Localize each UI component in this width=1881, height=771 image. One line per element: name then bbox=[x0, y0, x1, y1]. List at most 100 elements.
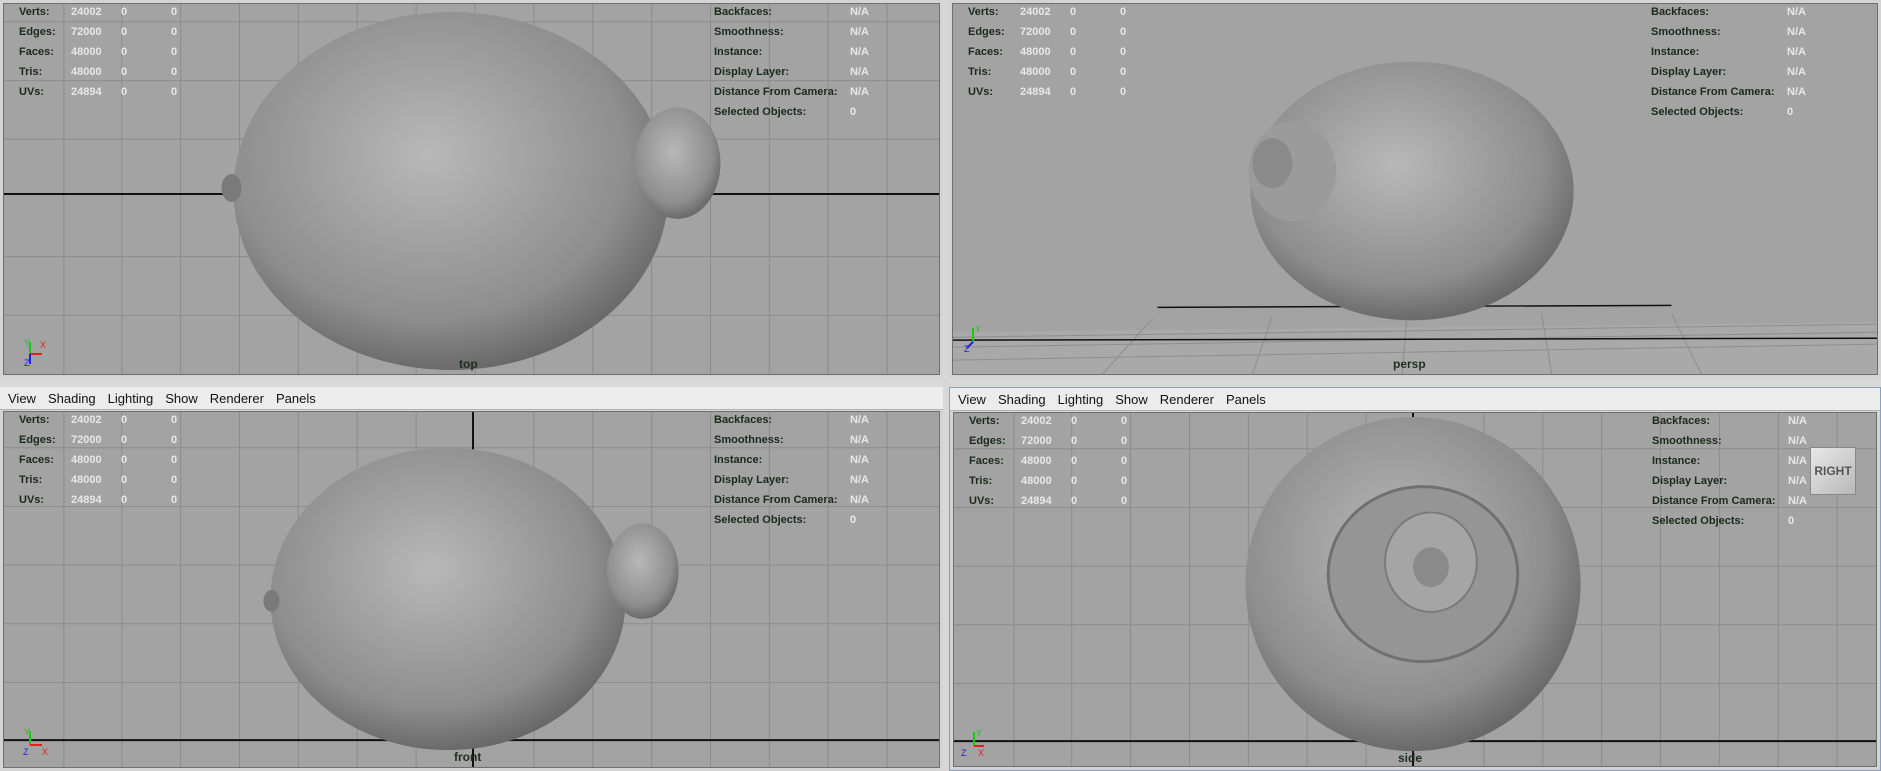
viewport-side-pane[interactable]: View Shading Lighting Show Renderer Pane… bbox=[949, 387, 1881, 771]
info-value: N/A bbox=[1788, 415, 1807, 427]
stat-value: 72000 bbox=[1021, 435, 1052, 447]
viewport-persp[interactable]: Verts: 24002 0 0 Edges: 72000 0 0 Faces: 48000 0… bbox=[952, 3, 1878, 375]
stat-value: 48000 bbox=[71, 454, 102, 466]
stat-value: 24002 bbox=[1020, 6, 1051, 18]
object-info-hud: Backfaces: N/A Smoothness: N/A Instance: N/… bbox=[714, 4, 869, 122]
info-value: N/A bbox=[1787, 46, 1806, 58]
menu-renderer[interactable]: Renderer bbox=[1160, 392, 1214, 407]
info-row: Backfaces: N/A bbox=[714, 4, 869, 22]
stat-value: 0 bbox=[171, 66, 178, 78]
menu-view[interactable]: View bbox=[8, 391, 36, 406]
viewport-front-pane[interactable]: View Shading Lighting Show Renderer Pane… bbox=[0, 387, 943, 771]
stat-value: 48000 bbox=[1020, 46, 1051, 58]
info-row: Smoothness: N/A bbox=[1652, 431, 1807, 451]
info-value: N/A bbox=[850, 46, 869, 58]
info-row: Backfaces: N/A bbox=[714, 412, 869, 430]
camera-label: side bbox=[1398, 751, 1423, 765]
camera-label: persp bbox=[1393, 357, 1426, 371]
stat-label: Tris: bbox=[19, 474, 43, 486]
axis-gizmo-icon: Y X Z bbox=[24, 338, 46, 368]
stat-row: Edges: 72000 0 0 bbox=[19, 22, 201, 42]
stat-value: 24894 bbox=[71, 86, 102, 98]
menu-view[interactable]: View bbox=[958, 392, 986, 407]
info-value: N/A bbox=[850, 6, 869, 18]
info-value: N/A bbox=[850, 86, 869, 98]
info-value: N/A bbox=[850, 494, 869, 506]
stat-value: 0 bbox=[1121, 435, 1128, 447]
stat-row: UVs: 24894 0 0 bbox=[969, 491, 1151, 511]
viewport-top[interactable]: Verts: 24002 0 0 Edges: 72000 0 0 Faces: 48000 0… bbox=[3, 3, 940, 375]
stat-row: UVs: 24894 0 0 bbox=[19, 490, 201, 510]
info-row: Selected Objects: 0 bbox=[1651, 102, 1806, 122]
info-value: 0 bbox=[1788, 515, 1795, 527]
info-row: Distance From Camera: N/A bbox=[714, 490, 869, 510]
menu-renderer[interactable]: Renderer bbox=[210, 391, 264, 406]
stat-value: 24002 bbox=[71, 414, 102, 426]
stat-value: 48000 bbox=[1021, 455, 1052, 467]
stat-row: Verts: 24002 0 0 bbox=[969, 413, 1151, 431]
poly-count-hud: Verts: 24002 0 0 Edges: 72000 0 0 Faces: 48000 0… bbox=[968, 4, 1150, 102]
stat-value: 0 bbox=[171, 414, 178, 426]
stat-label: UVs: bbox=[968, 86, 994, 98]
stat-value: 0 bbox=[1120, 46, 1127, 58]
stat-value: 0 bbox=[171, 6, 178, 18]
viewport-side[interactable]: Verts: 24002 0 0 Edges: 72000 0 0 Faces: 48000 0… bbox=[953, 412, 1877, 767]
stat-label: UVs: bbox=[19, 494, 45, 506]
axis-label: Y bbox=[24, 727, 30, 737]
info-row: Smoothness: N/A bbox=[714, 22, 869, 42]
camera-label: front bbox=[454, 750, 482, 764]
info-label: Selected Objects: bbox=[714, 514, 807, 526]
stat-value: 24002 bbox=[1021, 415, 1052, 427]
info-row: Display Layer: N/A bbox=[714, 62, 869, 82]
info-value: N/A bbox=[1787, 86, 1806, 98]
info-label: Smoothness: bbox=[714, 434, 784, 446]
stat-row: Faces: 48000 0 0 bbox=[19, 42, 201, 62]
stat-value: 24894 bbox=[71, 494, 102, 506]
info-row: Display Layer: N/A bbox=[1652, 471, 1807, 491]
stat-label: Edges: bbox=[19, 434, 56, 446]
info-row: Backfaces: N/A bbox=[1652, 413, 1807, 431]
axis-label: X bbox=[40, 340, 46, 350]
axis-label: Y bbox=[975, 324, 981, 334]
stat-value: 24894 bbox=[1020, 86, 1051, 98]
stat-value: 0 bbox=[1071, 455, 1078, 467]
menu-panels[interactable]: Panels bbox=[1226, 392, 1266, 407]
axis-label: Z bbox=[964, 344, 970, 354]
stat-row: Tris: 48000 0 0 bbox=[968, 62, 1150, 82]
info-label: Instance: bbox=[714, 46, 763, 58]
stat-value: 24894 bbox=[1021, 495, 1052, 507]
stat-value: 0 bbox=[121, 86, 128, 98]
viewport-persp-pane[interactable]: Verts: 24002 0 0 Edges: 72000 0 0 Faces: 48000 0… bbox=[949, 0, 1881, 378]
stat-label: Tris: bbox=[969, 475, 993, 487]
menu-shading[interactable]: Shading bbox=[998, 392, 1046, 407]
stat-value: 48000 bbox=[1020, 66, 1051, 78]
stat-row: Tris: 48000 0 0 bbox=[19, 62, 201, 82]
info-label: Instance: bbox=[1652, 455, 1701, 467]
menu-show[interactable]: Show bbox=[1115, 392, 1148, 407]
info-row: Smoothness: N/A bbox=[714, 430, 869, 450]
stat-value: 0 bbox=[121, 66, 128, 78]
stat-value: 0 bbox=[121, 46, 128, 58]
info-value: N/A bbox=[1787, 66, 1806, 78]
info-value: N/A bbox=[850, 474, 869, 486]
stat-value: 0 bbox=[1120, 66, 1127, 78]
viewcube-right[interactable]: RIGHT bbox=[1810, 447, 1856, 495]
menu-shading[interactable]: Shading bbox=[48, 391, 96, 406]
stat-value: 0 bbox=[1120, 6, 1127, 18]
menu-panels[interactable]: Panels bbox=[276, 391, 316, 406]
stat-row: Tris: 48000 0 0 bbox=[969, 471, 1151, 491]
info-row: Selected Objects: 0 bbox=[714, 510, 869, 530]
menu-show[interactable]: Show bbox=[165, 391, 198, 406]
stat-value: 0 bbox=[1120, 86, 1127, 98]
viewport-top-pane[interactable]: Verts: 24002 0 0 Edges: 72000 0 0 Faces: 48000 0… bbox=[0, 0, 943, 378]
stat-value: 0 bbox=[121, 26, 128, 38]
viewport-front[interactable]: Verts: 24002 0 0 Edges: 72000 0 0 Faces: 48000 0… bbox=[3, 411, 940, 768]
menu-lighting[interactable]: Lighting bbox=[1058, 392, 1104, 407]
info-label: Selected Objects: bbox=[1651, 106, 1744, 118]
stat-row: Faces: 48000 0 0 bbox=[968, 42, 1150, 62]
menu-lighting[interactable]: Lighting bbox=[108, 391, 154, 406]
axis-label: Y bbox=[976, 728, 982, 738]
info-value: 0 bbox=[1787, 106, 1794, 118]
info-label: Selected Objects: bbox=[714, 106, 807, 118]
axis-label: Y bbox=[24, 338, 30, 348]
